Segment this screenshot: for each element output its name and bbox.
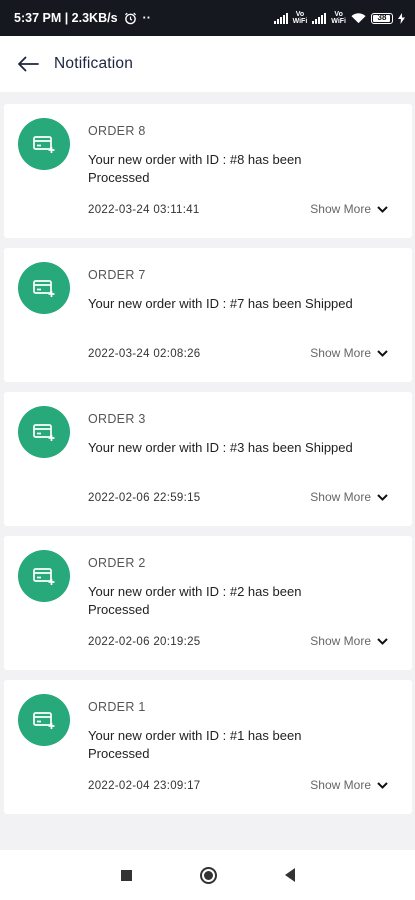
notification-avatar (18, 118, 70, 170)
notification-card[interactable]: ORDER 7 Your new order with ID : #7 has … (4, 248, 412, 382)
home-button[interactable] (199, 866, 217, 884)
notification-title: ORDER 2 (88, 556, 146, 570)
page-title: Notification (54, 55, 134, 72)
notification-avatar (18, 694, 70, 746)
alarm-icon (124, 12, 136, 24)
credit-card-plus-icon (33, 424, 55, 441)
notification-message: Your new order with ID : #2 has been Pro… (88, 584, 302, 617)
notification-card[interactable]: ORDER 3 Your new order with ID : #3 has … (4, 392, 412, 526)
notification-card[interactable]: ORDER 8 Your new order with ID : #8 has … (4, 104, 412, 238)
show-more-label: Show More (310, 202, 371, 216)
wifi-icon (351, 13, 366, 24)
volte-1-label: Vo WiFi (292, 11, 308, 25)
notification-title: ORDER 7 (88, 268, 146, 282)
show-more-button[interactable]: Show More (310, 202, 388, 216)
notification-message: Your new order with ID : #3 has been Shi… (88, 440, 353, 455)
show-more-button[interactable]: Show More (310, 490, 388, 504)
notification-timestamp: 2022-02-06 20:19:25 (88, 636, 201, 648)
battery-icon: 38 (371, 12, 393, 24)
notification-list: ORDER 8 Your new order with ID : #8 has … (4, 104, 412, 824)
credit-card-plus-icon (33, 280, 55, 297)
notification-message: Your new order with ID : #8 has been Pro… (88, 152, 302, 185)
credit-card-plus-icon (33, 568, 55, 585)
notification-timestamp: 2022-02-04 23:09:17 (88, 780, 201, 792)
notification-timestamp: 2022-03-24 03:11:41 (88, 204, 200, 216)
show-more-label: Show More (310, 346, 371, 360)
credit-card-plus-icon (33, 136, 55, 153)
notification-timestamp: 2022-03-24 02:08:26 (88, 348, 201, 360)
app-header: Notification (0, 36, 415, 92)
recents-button[interactable] (120, 869, 132, 881)
show-more-label: Show More (310, 778, 371, 792)
chevron-down-icon (377, 493, 388, 501)
show-more-label: Show More (310, 490, 371, 504)
system-back-button[interactable] (284, 868, 295, 882)
status-bar: 5:37 PM | 2.3KB/s ·· Vo WiFi Vo WiFi 38 (0, 0, 415, 36)
volte-2-label: Vo WiFi (331, 11, 346, 25)
status-time-speed: 5:37 PM | 2.3KB/s (14, 11, 118, 25)
show-more-label: Show More (310, 634, 371, 648)
credit-card-plus-icon (33, 712, 55, 729)
notification-timestamp: 2022-02-06 22:59:15 (88, 492, 201, 504)
charging-icon (398, 12, 405, 24)
notification-avatar (18, 406, 70, 458)
signal-1-icon (273, 12, 288, 24)
back-button[interactable] (10, 46, 46, 82)
notification-card[interactable]: ORDER 2 Your new order with ID : #2 has … (4, 536, 412, 670)
notification-title: ORDER 8 (88, 124, 146, 138)
chevron-down-icon (377, 781, 388, 789)
chevron-down-icon (377, 349, 388, 357)
home-icon (203, 870, 213, 880)
battery-level: 38 (377, 12, 387, 22)
chevron-down-icon (377, 637, 388, 645)
arrow-left-icon (18, 56, 39, 72)
signal-2-icon (312, 12, 327, 24)
notification-avatar (18, 262, 70, 314)
notification-title: ORDER 1 (88, 700, 146, 714)
notification-title: ORDER 3 (88, 412, 146, 426)
notification-message: Your new order with ID : #7 has been Shi… (88, 296, 353, 311)
show-more-button[interactable]: Show More (310, 346, 388, 360)
show-more-button[interactable]: Show More (310, 778, 388, 792)
status-more-dots: ·· (142, 11, 151, 25)
notification-message: Your new order with ID : #1 has been Pro… (88, 728, 302, 761)
notification-card[interactable]: ORDER 1 Your new order with ID : #1 has … (4, 680, 412, 814)
system-nav-bar (0, 850, 415, 900)
chevron-down-icon (377, 205, 388, 213)
show-more-button[interactable]: Show More (310, 634, 388, 648)
notification-avatar (18, 550, 70, 602)
